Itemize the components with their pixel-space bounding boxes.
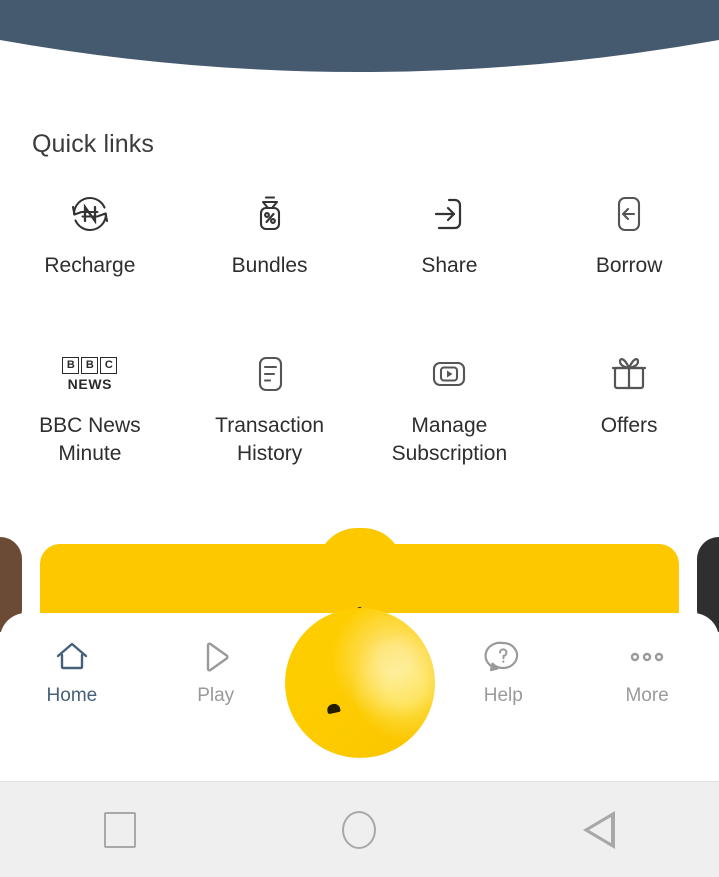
transaction-history-document-icon (244, 346, 296, 402)
bbc-letter-box: C (100, 356, 118, 374)
quick-links-title: Quick links (32, 130, 154, 158)
quick-link-bundles[interactable]: Bundles (180, 186, 360, 280)
quick-link-label: Recharge (44, 254, 136, 277)
quick-links-row: B B C NEWS BBC News Minute Transaction H… (0, 346, 719, 468)
more-three-dots-icon (625, 635, 669, 679)
quick-link-offers[interactable]: Offers (539, 346, 719, 468)
quick-links-row: Recharge Bundles Share Borrow (0, 186, 719, 280)
home-icon (50, 635, 94, 679)
quick-link-label: Bundles (231, 254, 308, 277)
triangle-left-icon (583, 810, 616, 849)
quick-link-bbc-news-minute[interactable]: B B C NEWS BBC News Minute (0, 346, 180, 468)
sysnav-recents-button[interactable] (65, 800, 175, 860)
borrow-arrow-left-box-icon (603, 186, 655, 242)
help-question-bubble-icon (481, 635, 525, 679)
sysnav-back-button[interactable] (544, 800, 654, 860)
tab-label: More (625, 685, 669, 706)
bbc-letter-box: B (81, 356, 99, 374)
center-fab-button[interactable] (284, 608, 435, 758)
bbc-letter-box: B (62, 356, 80, 374)
quick-link-label: Share (421, 254, 478, 277)
app-header-banner (0, 0, 719, 82)
quick-link-share[interactable]: Share (360, 186, 540, 280)
bbc-wordmark: NEWS (67, 375, 113, 392)
android-system-nav (0, 781, 719, 877)
bundle-bag-percent-icon (244, 186, 296, 242)
quick-link-transaction-history[interactable]: Transaction History (180, 346, 360, 468)
tab-label: Home (46, 685, 98, 706)
circle-icon (342, 810, 377, 849)
quick-link-borrow[interactable]: Borrow (539, 186, 719, 280)
quick-link-label: Transaction History (215, 414, 325, 465)
quick-link-label: Manage Subscription (391, 414, 508, 465)
bbc-news-logo-icon: B B C NEWS (62, 346, 118, 402)
tab-label: Play (197, 685, 235, 706)
manage-subscription-play-icon (423, 346, 475, 402)
square-icon (103, 811, 136, 848)
sysnav-home-button[interactable] (304, 800, 414, 860)
share-arrow-into-box-icon (423, 186, 475, 242)
quick-link-label: BBC News Minute (39, 414, 141, 465)
quick-link-manage-subscription[interactable]: Manage Subscription (360, 346, 540, 468)
tab-help[interactable]: Help (431, 635, 575, 707)
recharge-naira-refresh-icon (64, 186, 116, 242)
quick-link-label: Borrow (595, 254, 663, 277)
quick-links-grid: Recharge Bundles Share Borrow B B C NEWS… (0, 186, 719, 468)
tab-label: Help (483, 685, 523, 706)
tab-play[interactable]: Play (144, 635, 288, 707)
tab-home[interactable]: Home (0, 635, 144, 707)
quick-link-recharge[interactable]: Recharge (0, 186, 180, 280)
tab-more[interactable]: More (575, 635, 719, 707)
play-triangle-icon (194, 635, 238, 679)
app-screen: Quick links Recharge Bundles Share Borro… (0, 0, 719, 877)
offers-gift-box-icon (603, 346, 655, 402)
fab-detail-mark (325, 702, 341, 715)
promo-card-notch (316, 528, 403, 568)
quick-link-label: Offers (600, 414, 658, 437)
